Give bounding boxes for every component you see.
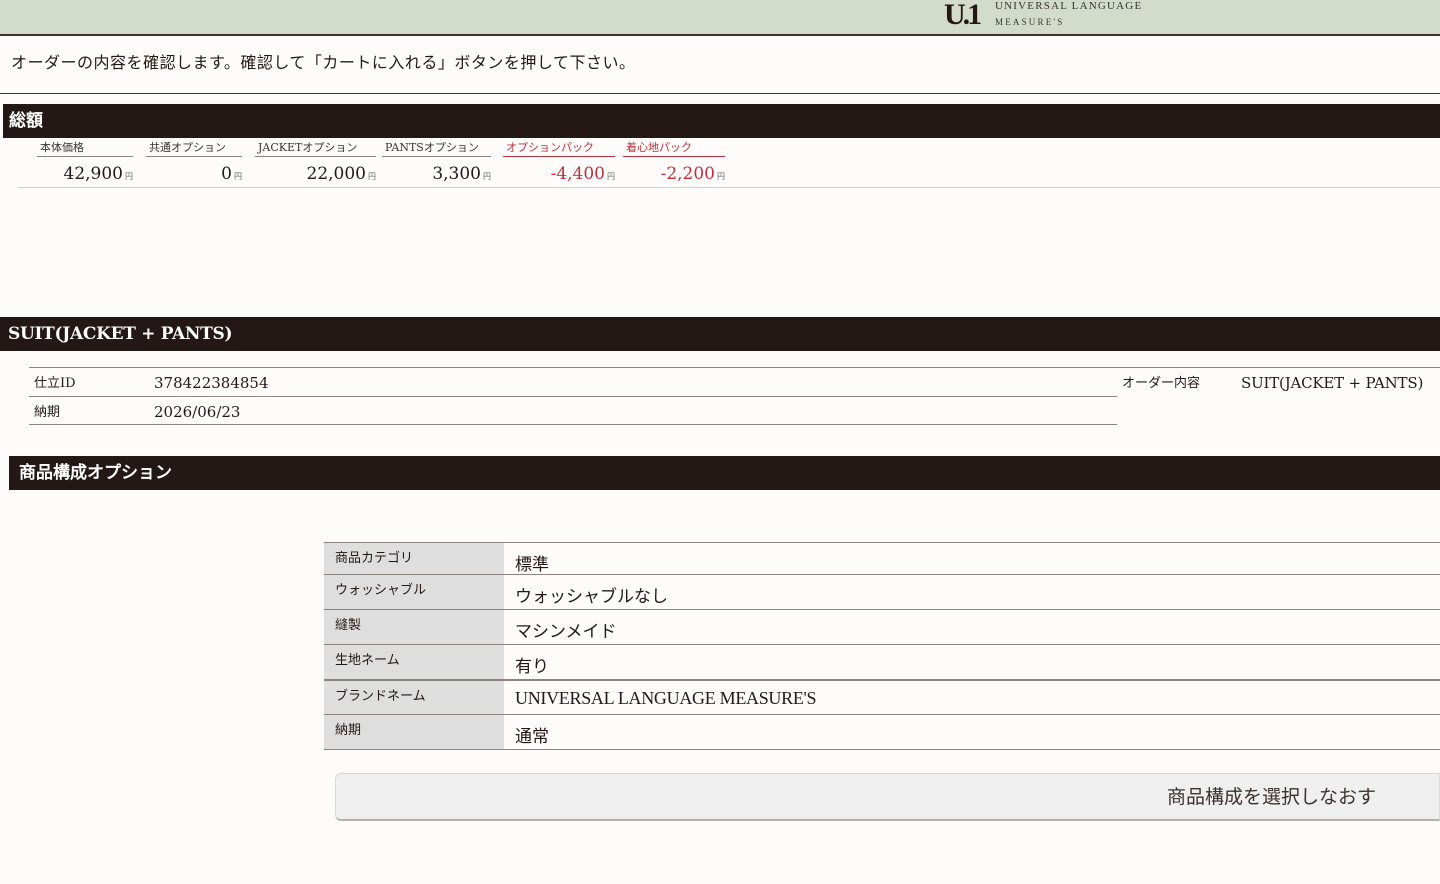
total-item-option-pack: オプションパック -4,400 円 [503,140,615,186]
delivery-date-label: 納期 [34,405,61,420]
total-item-label: PANTSオプション [382,141,491,157]
reselect-product-options-button[interactable]: 商品構成を選択しなおす [335,773,1440,821]
option-value: UNIVERSAL LANGUAGE MEASURE'S [515,688,817,708]
option-label: ブランドネーム [324,681,504,714]
brand-logo-line1: UNIVERSAL LANGUAGE [995,0,1143,12]
table-row: 生地ネーム 有り [324,645,1440,680]
total-item-label: オプションパック [503,141,615,157]
option-value: 通常 [515,727,549,747]
table-row: 納期 通常 [324,715,1440,750]
total-item-pants-options: PANTSオプション 3,300 円 [382,140,491,186]
confirmation-notice: オーダーの内容を確認します。確認して「カートに入れる」ボタンを押して下さい。 [0,40,1440,94]
totals-section-header: 総額 [3,104,1440,138]
total-item-label: JACKETオプション [255,141,376,157]
total-item-value: 0円 [221,164,242,184]
tailoring-id-label: 仕立ID [34,376,76,391]
option-label: 生地ネーム [324,645,504,679]
option-value: ウォッシャブルなし [515,587,668,607]
brand-logo-mark[interactable]: U.1 [944,0,982,30]
total-item-label: 着心地パック [623,141,725,157]
option-label: ウォッシャブル [324,575,504,609]
table-row: ウォッシャブル ウォッシャブルなし [324,575,1440,610]
total-item-jacket-options: JACKETオプション 22,000 円 [255,140,376,186]
total-item-label: 本体価格 [37,141,133,157]
option-label: 商品カテゴリ [324,543,504,574]
tailoring-id-value: 378422384854 [154,374,269,392]
confirmation-notice-text: オーダーの内容を確認します。確認して「カートに入れる」ボタンを押して下さい。 [11,53,636,72]
option-value: 有り [515,657,549,677]
order-content-value: SUIT(JACKET + PANTS) [1241,374,1424,392]
total-item-value: -2,200 円 [660,164,725,184]
brand-logo-line2: MEASURE'S [995,17,1065,27]
suit-section-header: SUIT(JACKET + PANTS) [0,317,1440,351]
table-row: 仕立ID 378422384854 [29,367,1117,396]
option-value: 標準 [515,555,549,575]
total-item-label: 共通オプション [146,141,242,157]
order-content: オーダー内容 SUIT(JACKET + PANTS) [1117,367,1440,397]
delivery-date-value: 2026/06/23 [154,403,241,421]
product-options-table: 商品カテゴリ 標準 ウォッシャブル ウォッシャブルなし 縫製 マシンメイド 生地… [324,542,1440,750]
table-row: ブランドネーム UNIVERSAL LANGUAGE MEASURE'S [324,680,1440,715]
total-item-value: 42,900 円 [63,164,133,184]
totals-row: 本体価格 42,900 円 共通オプション 0円 JACKETオプション 22,0… [18,140,1440,188]
top-header-bar: U.1 UNIVERSAL LANGUAGE MEASURE'S [0,0,1440,36]
table-row: 商品カテゴリ 標準 [324,543,1440,575]
option-label: 納期 [324,715,504,749]
product-options-section-header: 商品構成オプション [9,456,1440,490]
total-item-comfort-pack: 着心地パック -2,200 円 [623,140,725,186]
total-item-value: 3,300 円 [432,164,491,184]
total-item-value: 22,000 円 [306,164,376,184]
suit-info-table: 仕立ID 378422384854 納期 2026/06/23 [29,367,1117,425]
table-row: 縫製 マシンメイド [324,610,1440,645]
total-item-common-options: 共通オプション 0円 [146,140,242,186]
table-row: 納期 2026/06/23 [29,396,1117,425]
total-item-value: -4,400 円 [550,164,615,184]
option-value: マシンメイド [515,622,617,642]
total-item-base-price: 本体価格 42,900 円 [37,140,133,186]
option-label: 縫製 [324,610,504,644]
order-content-label: オーダー内容 [1122,376,1201,391]
